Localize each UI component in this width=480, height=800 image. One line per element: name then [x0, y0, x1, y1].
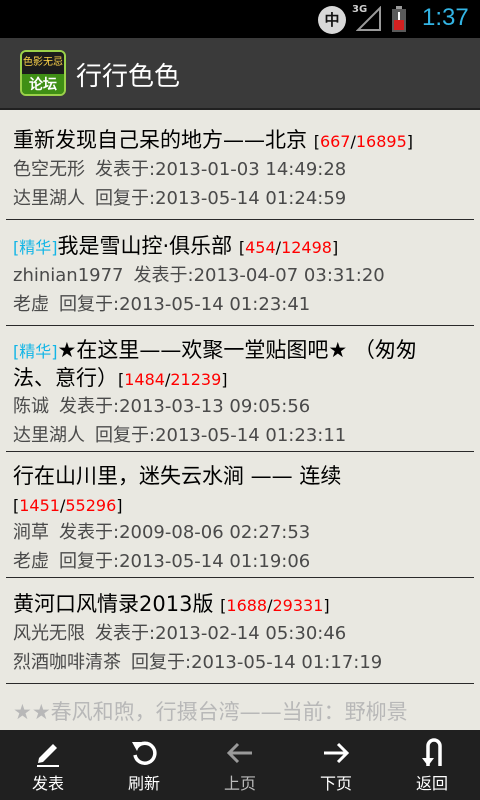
thread-list: 重新发现自己呆的地方——北京 [667/16895] 色空无形 发表于:2013-… — [0, 112, 480, 730]
thread-title: [精华]我是雪山控·俱乐部 [454/12498] — [13, 230, 338, 264]
elite-tag: [精华] — [13, 342, 58, 361]
post-button[interactable]: 发表 — [0, 730, 96, 800]
thread-posted-time: 发表于:2013-02-14 05:30:46 — [95, 623, 347, 644]
reply-count: 667 — [319, 132, 351, 151]
reply-count: 1451 — [19, 496, 60, 515]
prev-page-button-label: 上页 — [223, 774, 256, 793]
thread-title: 重新发现自己呆的地方——北京 [667/16895] — [13, 124, 413, 158]
app-logo-text-bottom: 论坛 — [22, 74, 64, 94]
reply-count: 454 — [245, 238, 276, 257]
thread-row[interactable]: 黄河口风情录2013版 [1688/29331] 风光无限 发表于:2013-02… — [6, 578, 474, 684]
thread-reply-meta: 老虚 回复于:2013-05-14 01:19:06 — [13, 548, 310, 576]
thread-replied-time: 回复于:2013-05-14 01:24:59 — [95, 188, 347, 209]
app-logo-icon[interactable]: 色影无忌 论坛 — [20, 50, 66, 96]
thread-row[interactable]: [精华]我是雪山控·俱乐部 [454/12498] zhinian1977 发表于… — [6, 220, 474, 326]
thread-counts: [667/16895] — [313, 132, 414, 151]
thread-replied-time: 回复于:2013-05-14 01:23:41 — [59, 294, 311, 315]
thread-reply-meta: 老虚 回复于:2013-05-14 01:23:41 — [13, 291, 310, 319]
thread-replied-time: 回复于:2013-05-14 01:17:19 — [131, 652, 383, 673]
thread-post-meta: 陈诚 发表于:2013-03-13 09:05:56 — [13, 393, 310, 421]
status-bar: 中 3G 1:37 — [0, 0, 480, 38]
thread-row-partial[interactable]: ★★春风和煦，行摄台湾——当前：野柳景 — [13, 696, 408, 726]
prev-page-button[interactable]: 上页 — [192, 730, 288, 800]
thread-title-text: 我是雪山控·俱乐部 — [57, 234, 233, 258]
thread-last-replier: 老虚 — [13, 551, 49, 572]
battery-icon — [392, 6, 406, 32]
status-time: 1:37 — [422, 4, 469, 31]
thread-title-text-cont: 法、意行） — [13, 366, 118, 390]
thread-author: 色空无形 — [13, 159, 85, 180]
back-button[interactable]: 返回 — [384, 730, 480, 800]
refresh-icon — [132, 741, 157, 765]
view-count: 12498 — [281, 238, 332, 257]
thread-row[interactable]: 重新发现自己呆的地方——北京 [667/16895] 色空无形 发表于:2013-… — [6, 112, 474, 220]
arrow-left-icon — [226, 742, 252, 764]
thread-reply-meta: 达里湖人 回复于:2013-05-14 01:24:59 — [13, 185, 346, 213]
thread-counts: [1484/21239] — [118, 370, 228, 389]
view-count: 55296 — [65, 496, 117, 515]
thread-replied-time: 回复于:2013-05-14 01:19:06 — [59, 551, 311, 572]
thread-post-meta: 风光无限 发表于:2013-02-14 05:30:46 — [13, 620, 346, 648]
app-logo-text-top: 色影无忌 — [22, 52, 64, 74]
post-button-label: 发表 — [31, 774, 64, 793]
thread-row[interactable]: 行在山川里，迷失云水涧 —— 连续 [1451/55296] 涧草 发表于:200… — [6, 452, 474, 578]
back-icon — [422, 738, 442, 766]
page-title: 行行色色 — [76, 62, 181, 92]
thread-post-meta: 色空无形 发表于:2013-01-03 14:49:28 — [13, 156, 346, 184]
next-page-button[interactable]: 下页 — [288, 730, 384, 800]
thread-author: 涧草 — [13, 522, 49, 543]
thread-title-line2: [1451/55296] — [13, 488, 123, 522]
thread-row[interactable]: [精华]★在这里——欢聚一堂贴图吧★ （匆匆 法、意行）[1484/21239]… — [6, 326, 474, 452]
reply-count: 1688 — [226, 596, 268, 615]
refresh-button-label: 刷新 — [127, 774, 160, 793]
thread-last-replier: 达里湖人 — [13, 188, 85, 209]
back-button-label: 返回 — [415, 774, 448, 793]
view-count: 21239 — [170, 370, 222, 389]
arrow-right-icon — [324, 742, 350, 764]
thread-post-meta: zhinian1977 发表于:2013-04-07 03:31:20 — [13, 262, 385, 290]
thread-title-text: 黄河口风情录2013版 — [13, 592, 214, 616]
thread-replied-time: 回复于:2013-05-14 01:23:11 — [95, 425, 347, 446]
view-count: 29331 — [272, 596, 324, 615]
thread-author: 风光无限 — [13, 623, 85, 644]
bottom-toolbar: 发表 刷新 上页 下页 返回 — [0, 730, 480, 800]
thread-title-text: 重新发现自己呆的地方——北京 — [13, 128, 307, 152]
ime-indicator-icon: 中 — [318, 6, 346, 34]
thread-author: zhinian1977 — [13, 265, 124, 286]
title-bar: 色影无忌 论坛 行行色色 — [0, 38, 480, 110]
thread-counts: [454/12498] — [238, 238, 339, 257]
thread-author: 陈诚 — [13, 396, 49, 417]
signal-icon — [356, 6, 381, 31]
thread-last-replier: 达里湖人 — [13, 425, 85, 446]
thread-title: 黄河口风情录2013版 [1688/29331] — [13, 588, 330, 622]
next-page-button-label: 下页 — [319, 774, 352, 793]
thread-title-line2: 法、意行）[1484/21239] — [13, 362, 228, 396]
reply-count: 1484 — [124, 370, 165, 389]
thread-title-text: 行在山川里，迷失云水涧 —— 连续 — [13, 464, 342, 488]
thread-counts: [1451/55296] — [13, 496, 123, 515]
thread-last-replier: 烈酒咖啡清茶 — [13, 652, 121, 673]
view-count: 16895 — [355, 132, 407, 151]
thread-posted-time: 发表于:2013-03-13 09:05:56 — [59, 396, 311, 417]
thread-posted-time: 发表于:2013-04-07 03:31:20 — [133, 265, 385, 286]
thread-posted-time: 发表于:2009-08-06 02:27:53 — [59, 522, 311, 543]
thread-counts: [1688/29331] — [220, 596, 330, 615]
thread-posted-time: 发表于:2013-01-03 14:49:28 — [95, 159, 347, 180]
pencil-icon — [37, 744, 59, 767]
thread-last-replier: 老虚 — [13, 294, 49, 315]
thread-reply-meta: 达里湖人 回复于:2013-05-14 01:23:11 — [13, 422, 346, 450]
thread-post-meta: 涧草 发表于:2009-08-06 02:27:53 — [13, 519, 310, 547]
refresh-button[interactable]: 刷新 — [96, 730, 192, 800]
thread-title-text: ★在这里——欢聚一堂贴图吧★ （匆匆 — [57, 338, 417, 362]
elite-tag: [精华] — [13, 238, 58, 257]
thread-reply-meta: 烈酒咖啡清茶 回复于:2013-05-14 01:17:19 — [13, 649, 382, 677]
